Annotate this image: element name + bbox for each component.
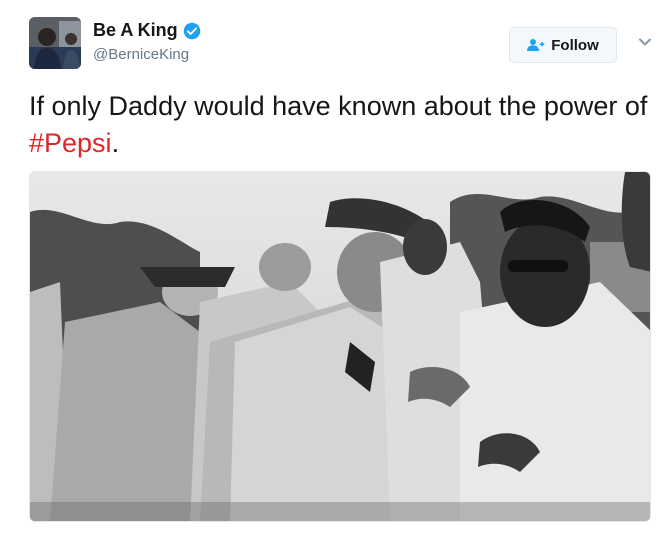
user-handle[interactable]: @BerniceKing — [93, 46, 189, 63]
avatar[interactable] — [29, 17, 81, 69]
user-name[interactable]: Be A King — [93, 20, 178, 41]
chevron-down-icon[interactable] — [638, 35, 652, 49]
photo-image — [30, 172, 650, 521]
tweet-text-body: If only Daddy would have known about the… — [29, 91, 648, 121]
add-person-icon — [527, 39, 545, 51]
hashtag-link[interactable]: #Pepsi — [29, 128, 112, 158]
follow-button[interactable]: Follow — [509, 27, 617, 63]
tweet-text-end: . — [111, 128, 120, 158]
tweet-photo[interactable] — [29, 171, 651, 522]
user-name-row: Be A King — [93, 20, 201, 41]
avatar-photo — [29, 17, 81, 69]
tweet-text: If only Daddy would have known about the… — [29, 88, 649, 162]
verified-badge-icon — [183, 22, 200, 39]
follow-label: Follow — [551, 36, 599, 54]
